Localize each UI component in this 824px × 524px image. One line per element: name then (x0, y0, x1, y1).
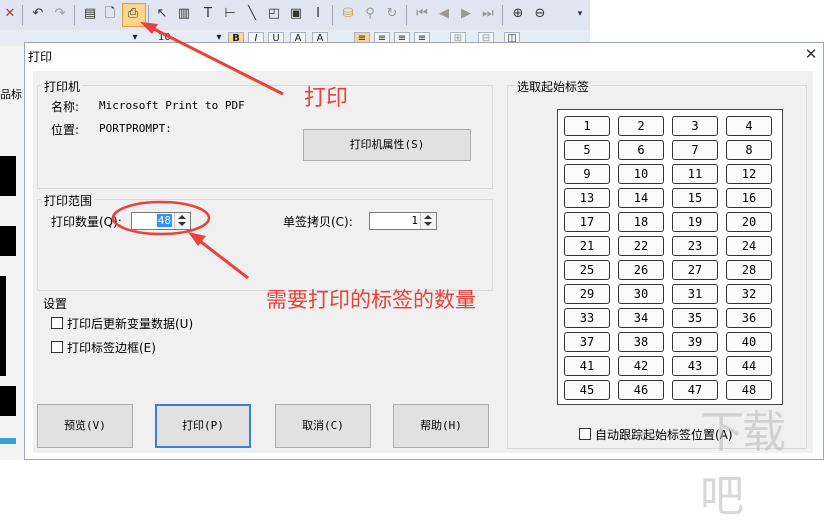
quantity-callout-arrow (195, 236, 249, 280)
quantity-callout-text: 需要打印的标签的数量 (266, 288, 476, 312)
watermark: 下载吧 (700, 407, 786, 522)
print-callout-arrowhead (140, 22, 158, 34)
annotation-overlay (111, 22, 284, 280)
print-callout-arrow (147, 24, 284, 96)
print-callout-text: 打印 (304, 86, 349, 111)
quantity-highlight-ellipse (111, 200, 211, 236)
